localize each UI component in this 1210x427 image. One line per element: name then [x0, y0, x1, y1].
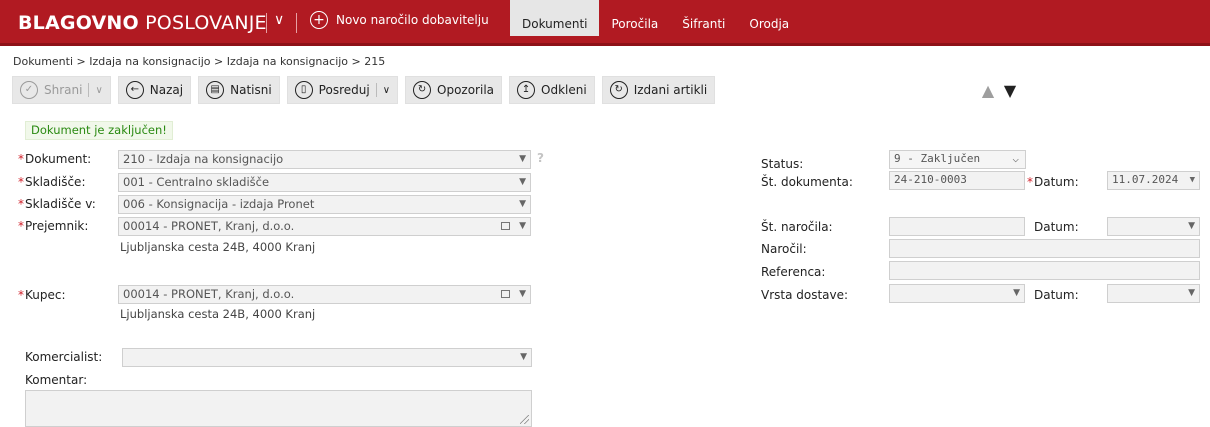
print-label: Natisni	[230, 83, 272, 97]
document-label: *Dokument:	[18, 152, 92, 166]
warehouse-select[interactable]: 001 - Centralno skladišče ▼	[118, 173, 531, 192]
buyer-select[interactable]: 00014 - PRONET, Kranj, d.o.o. ▼	[118, 285, 531, 304]
refresh-icon: ↻	[413, 81, 432, 99]
warnings-button[interactable]: ↻ Opozorila	[405, 76, 503, 104]
new-supplier-order-button[interactable]: + Novo naročilo dobavitelju	[310, 11, 489, 29]
delivery-type-select[interactable]: ▼	[889, 284, 1025, 303]
order-date-label: Datum:	[1034, 220, 1079, 234]
app-brand[interactable]: BLAGOVNO POSLOVANJE	[18, 12, 267, 34]
caret-down-icon: ▼	[1188, 288, 1195, 298]
caret-down-icon: ▼	[519, 199, 526, 209]
nav-item-dokumenti[interactable]: Dokumenti	[510, 0, 600, 36]
refresh-icon: ↻	[609, 81, 628, 99]
reference-field[interactable]	[889, 261, 1200, 280]
arrow-down-icon[interactable]: ▼	[1002, 81, 1018, 100]
comment-textarea[interactable]	[25, 390, 532, 427]
buyer-address: Ljubljanska cesta 24B, 4000 Kranj	[120, 307, 316, 321]
locked-message: Dokument je zaključen!	[25, 121, 173, 140]
caret-down-icon: ▼	[519, 289, 526, 299]
caret-down-icon: ▼	[1188, 221, 1195, 231]
back-label: Nazaj	[149, 83, 184, 97]
caret-down-icon: ▼	[519, 221, 526, 231]
ordered-by-field[interactable]	[889, 239, 1200, 258]
order-number-field[interactable]	[889, 217, 1025, 236]
window-icon[interactable]	[501, 222, 510, 230]
nav-item-sifranti[interactable]: Šifranti	[670, 10, 737, 38]
document-select[interactable]: 210 - Izdaja na konsignacijo ▼	[118, 150, 531, 169]
caret-down-icon: ▼	[519, 177, 526, 187]
top-bar: BLAGOVNO POSLOVANJE ∨ + Novo naročilo do…	[0, 0, 1210, 46]
forward-button[interactable]: ▯ Posreduj ∨	[286, 76, 399, 104]
toolbar: ✓ Shrani ∨ ← Nazaj ▤ Natisni ▯ Posreduj …	[12, 76, 716, 104]
unlock-button[interactable]: ↥ Odkleni	[509, 76, 595, 104]
status-select[interactable]: 9 - Zaključen ⌵	[889, 150, 1026, 169]
chevron-down-icon[interactable]: ∨	[383, 85, 390, 96]
window-icon[interactable]	[501, 290, 510, 298]
warehouse-to-label: *Skladišče v:	[18, 197, 96, 211]
issued-items-label: Izdani artikli	[633, 83, 708, 97]
new-supplier-order-label: Novo naročilo dobavitelju	[336, 13, 489, 27]
caret-down-icon: ▼	[1189, 175, 1195, 185]
brand-bold: BLAGOVNO	[18, 12, 139, 34]
status-label: Status:	[761, 157, 804, 171]
chevron-down-icon: ⌵	[1012, 152, 1019, 165]
ordered-by-label: Naročil:	[761, 242, 807, 256]
resize-handle-icon[interactable]	[520, 415, 529, 424]
plus-circle-icon: +	[310, 11, 328, 29]
main-nav: Dokumenti Poročila Šifranti Orodja	[510, 0, 801, 38]
warehouse-to-select[interactable]: 006 - Konsignacija - izdaja Pronet ▼	[118, 195, 531, 214]
divider	[375, 83, 377, 97]
commercialist-label: Komercialist:	[25, 350, 103, 364]
check-circle-icon: ✓	[20, 81, 38, 99]
issued-items-button[interactable]: ↻ Izdani artikli	[601, 76, 716, 104]
divider	[88, 83, 90, 97]
buyer-label: *Kupec:	[18, 288, 66, 302]
date-label: *Datum:	[1027, 175, 1079, 189]
divider	[266, 13, 267, 33]
breadcrumb[interactable]: Dokumenti > Izdaja na konsignacijo > Izd…	[13, 55, 385, 68]
warnings-label: Opozorila	[437, 83, 495, 97]
caret-down-icon: ▼	[519, 154, 526, 164]
order-date-picker[interactable]: ▼	[1107, 217, 1200, 236]
print-button[interactable]: ▤ Natisni	[198, 76, 280, 104]
back-button[interactable]: ← Nazaj	[117, 76, 192, 104]
upload-icon: ↥	[517, 81, 536, 99]
comment-label: Komentar:	[25, 373, 88, 387]
arrow-left-circle-icon: ←	[125, 81, 144, 99]
caret-down-icon: ▼	[1013, 288, 1020, 298]
printer-icon: ▤	[206, 81, 225, 99]
nav-item-porocila[interactable]: Poročila	[599, 10, 670, 38]
recipient-address: Ljubljanska cesta 24B, 4000 Kranj	[120, 240, 316, 254]
recipient-label: *Prejemnik:	[18, 219, 89, 233]
date-picker[interactable]: 11.07.2024 ▼	[1107, 171, 1200, 190]
nav-item-orodja[interactable]: Orodja	[737, 10, 801, 38]
arrow-up-icon[interactable]: ▲	[980, 81, 996, 100]
document-icon: ▯	[294, 81, 313, 99]
delivery-type-label: Vrsta dostave:	[761, 288, 849, 302]
doc-number-label: Št. dokumenta:	[761, 175, 853, 189]
save-label: Shrani	[44, 83, 83, 97]
chevron-down-icon[interactable]: ∨	[274, 12, 284, 28]
reference-label: Referenca:	[761, 265, 826, 279]
caret-down-icon: ▼	[520, 352, 527, 362]
brand-light: POSLOVANJE	[145, 12, 267, 34]
delivery-date-picker[interactable]: ▼	[1107, 284, 1200, 303]
divider	[296, 13, 297, 33]
chevron-down-icon[interactable]: ∨	[95, 85, 102, 96]
commercialist-select[interactable]: ▼	[122, 348, 532, 367]
warehouse-label: *Skladišče:	[18, 175, 86, 189]
record-navigation: ▲ ▼	[980, 81, 1018, 100]
delivery-date-label: Datum:	[1034, 288, 1079, 302]
unlock-label: Odkleni	[541, 83, 587, 97]
doc-number-field[interactable]: 24-210-0003	[889, 171, 1025, 190]
save-button[interactable]: ✓ Shrani ∨	[12, 76, 111, 104]
help-icon[interactable]: ?	[537, 151, 544, 165]
forward-label: Posreduj	[318, 83, 370, 97]
recipient-select[interactable]: 00014 - PRONET, Kranj, d.o.o. ▼	[118, 217, 531, 236]
order-number-label: Št. naročila:	[761, 220, 833, 234]
